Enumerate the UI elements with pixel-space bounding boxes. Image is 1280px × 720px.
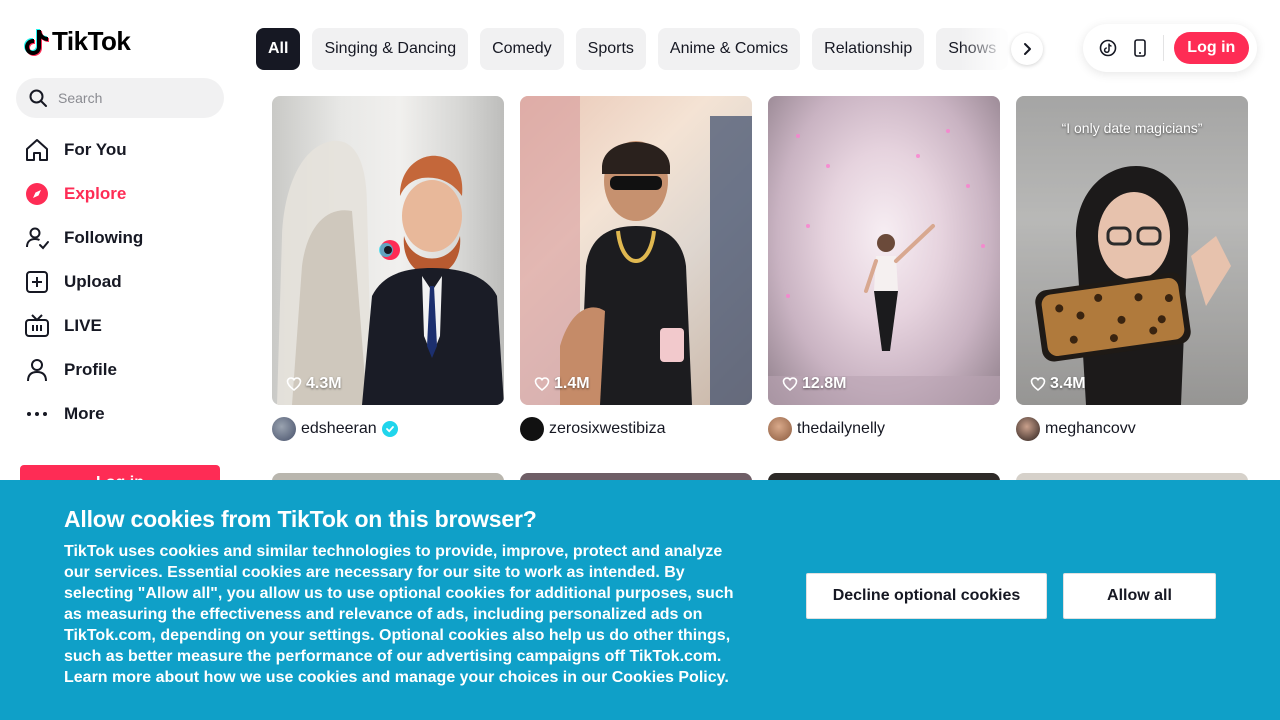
profile-icon	[27, 359, 47, 382]
tabs-next-button[interactable]	[1011, 33, 1043, 65]
like-count: 3.4M	[1030, 375, 1086, 393]
header-actions: Log in	[1083, 24, 1257, 72]
heart-outline-icon	[782, 377, 798, 392]
sidebar-item-label: Following	[64, 228, 144, 247]
avatar[interactable]	[768, 417, 792, 441]
video-thumbnail[interactable]: 4.3M	[272, 96, 504, 405]
sidebar-item-label: Profile	[64, 360, 117, 379]
video-card[interactable]: “I only date magicians” 3.4M meghancovv	[1016, 96, 1248, 441]
compass-icon	[26, 183, 48, 205]
category-tabs: All Singing & Dancing Comedy Sports Anim…	[256, 28, 1046, 70]
video-card[interactable]: 12.8M thedailynelly	[768, 96, 1000, 441]
live-icon	[25, 314, 49, 337]
thumbnail-art	[1016, 96, 1248, 405]
like-count: 4.3M	[286, 375, 342, 393]
sidebar-item-label: Explore	[64, 184, 127, 203]
following-icon	[26, 227, 49, 250]
tiktok-coin-icon	[1099, 39, 1117, 57]
like-count-value: 1.4M	[554, 375, 590, 392]
author-name[interactable]: meghancovv	[1045, 420, 1136, 438]
sidebar-nav: For You Explore Following Upload LIVE Pr…	[20, 128, 220, 436]
avatar[interactable]	[1016, 417, 1040, 441]
author-name[interactable]: edsheeran	[301, 420, 377, 438]
thumbnail-art	[768, 129, 1000, 405]
video-card[interactable]: 4.3M edsheeran	[272, 96, 504, 441]
login-button[interactable]: Log in	[1173, 32, 1249, 64]
sidebar-item-label: More	[64, 404, 105, 423]
search-icon	[29, 89, 47, 107]
get-app-button[interactable]	[1129, 37, 1151, 59]
like-count-value: 12.8M	[802, 375, 847, 392]
avatar[interactable]	[520, 417, 544, 441]
tiktok-logo[interactable]: TikTok	[24, 26, 131, 57]
cookies-policy-link[interactable]: Cookies Policy	[612, 669, 725, 686]
like-count-value: 3.4M	[1050, 375, 1086, 392]
video-thumbnail[interactable]: “I only date magicians” 3.4M	[1016, 96, 1248, 405]
like-count: 12.8M	[782, 375, 846, 393]
cookie-banner-body: TikTok uses cookies and similar technolo…	[64, 543, 734, 686]
sidebar-item-label: For You	[64, 140, 127, 159]
cookie-banner-body-end: .	[724, 669, 729, 686]
video-author[interactable]: meghancovv	[1016, 417, 1136, 441]
sidebar-item-live[interactable]: LIVE	[20, 304, 220, 348]
sidebar-item-label: LIVE	[64, 316, 102, 335]
more-icon	[27, 412, 47, 416]
chevron-right-icon	[1024, 43, 1031, 55]
tiktok-coin-button[interactable]	[1097, 37, 1119, 59]
sidebar-item-more[interactable]: More	[20, 392, 220, 436]
sidebar-item-following[interactable]: Following	[20, 216, 220, 260]
video-author[interactable]: zerosixwestibiza	[520, 417, 665, 441]
author-name[interactable]: thedailynelly	[797, 420, 885, 438]
tiktok-explore-page: TikTok For You Explore Following Upload	[0, 0, 1280, 720]
sidebar-item-label: Upload	[64, 272, 122, 291]
tab-anime-comics[interactable]: Anime & Comics	[657, 28, 801, 70]
tab-all[interactable]: All	[256, 28, 301, 70]
heart-outline-icon	[1030, 377, 1046, 392]
like-count-value: 4.3M	[306, 375, 342, 392]
cookie-banner-text: TikTok uses cookies and similar technolo…	[64, 541, 736, 688]
mobile-app-icon	[1133, 39, 1146, 57]
sidebar-item-upload[interactable]: Upload	[20, 260, 220, 304]
thumbnail-art	[520, 96, 752, 405]
author-name[interactable]: zerosixwestibiza	[549, 420, 665, 438]
video-thumbnail[interactable]: 12.8M	[768, 96, 1000, 405]
video-author[interactable]: thedailynelly	[768, 417, 885, 441]
thumbnail-art	[277, 140, 504, 405]
search-input[interactable]	[58, 90, 208, 106]
tab-singing-dancing[interactable]: Singing & Dancing	[312, 28, 469, 70]
tab-sports[interactable]: Sports	[575, 28, 646, 70]
verified-badge-icon	[381, 421, 398, 437]
tiktok-logo-icon	[24, 28, 49, 56]
upload-icon	[26, 271, 48, 293]
avatar[interactable]	[272, 417, 296, 441]
video-caption-overlay: “I only date magicians”	[1061, 120, 1203, 136]
video-card[interactable]: 1.4M zerosixwestibiza	[520, 96, 752, 441]
tab-comedy[interactable]: Comedy	[480, 28, 564, 70]
decline-optional-cookies-button[interactable]: Decline optional cookies	[806, 573, 1047, 619]
search-bar[interactable]	[16, 78, 224, 118]
video-thumbnail[interactable]: 1.4M	[520, 96, 752, 405]
video-author[interactable]: edsheeran	[272, 417, 398, 441]
like-count: 1.4M	[534, 375, 590, 393]
heart-outline-icon	[534, 377, 550, 392]
tab-shows[interactable]: Shows	[936, 28, 1009, 70]
allow-all-cookies-button[interactable]: Allow all	[1063, 573, 1216, 619]
heart-outline-icon	[286, 377, 302, 392]
cookie-banner: Allow cookies from TikTok on this browse…	[0, 480, 1280, 720]
sidebar-item-explore[interactable]: Explore	[20, 172, 220, 216]
sidebar-item-for-you[interactable]: For You	[20, 128, 220, 172]
header-divider	[1162, 35, 1164, 61]
logo-text: TikTok	[52, 26, 131, 56]
tab-relationship[interactable]: Relationship	[812, 28, 925, 70]
sidebar-item-profile[interactable]: Profile	[20, 348, 220, 392]
cookie-banner-title: Allow cookies from TikTok on this browse…	[64, 506, 537, 532]
home-icon	[26, 139, 48, 161]
